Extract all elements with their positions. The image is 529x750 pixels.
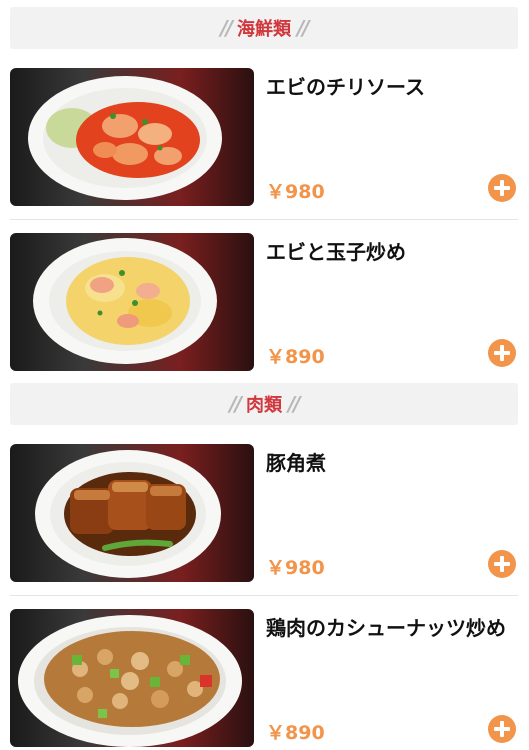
section-header-right-decoration: // <box>288 392 301 416</box>
dish-price: ￥980 <box>266 557 325 579</box>
menu-item[interactable]: エビのチリソース ￥980 <box>10 68 518 206</box>
menu-item[interactable]: エビと玉子炒め ￥890 <box>10 233 518 371</box>
dish-photo[interactable] <box>10 233 254 371</box>
dish-name: エビのチリソース <box>266 75 425 99</box>
item-divider <box>10 595 518 596</box>
dish-price: ￥890 <box>266 722 325 744</box>
section-header-left-decoration: // <box>229 392 242 416</box>
dish-price: ￥980 <box>266 181 325 203</box>
dish-price: ￥890 <box>266 346 325 368</box>
section-title: 海鮮類 <box>237 19 291 40</box>
dish-photo[interactable] <box>10 444 254 582</box>
dish-name: 豚角煮 <box>266 451 326 475</box>
add-to-cart-button[interactable] <box>488 174 516 202</box>
section-header-seafood: // 海鮮類 // <box>10 7 518 49</box>
menu-item[interactable]: 鶏肉のカシューナッツ炒め ￥890 <box>10 609 518 747</box>
item-divider <box>10 219 518 220</box>
dish-photo[interactable] <box>10 609 254 747</box>
section-header-right-decoration: // <box>297 16 310 40</box>
dish-photo[interactable] <box>10 68 254 206</box>
section-title: 肉類 <box>246 395 282 416</box>
add-to-cart-button[interactable] <box>488 550 516 578</box>
add-to-cart-button[interactable] <box>488 715 516 743</box>
dish-name: エビと玉子炒め <box>266 240 406 264</box>
add-to-cart-button[interactable] <box>488 339 516 367</box>
dish-name: 鶏肉のカシューナッツ炒め <box>266 616 506 640</box>
section-header-left-decoration: // <box>220 16 233 40</box>
section-header-meat: // 肉類 // <box>10 383 518 425</box>
menu-item[interactable]: 豚角煮 ￥980 <box>10 444 518 582</box>
